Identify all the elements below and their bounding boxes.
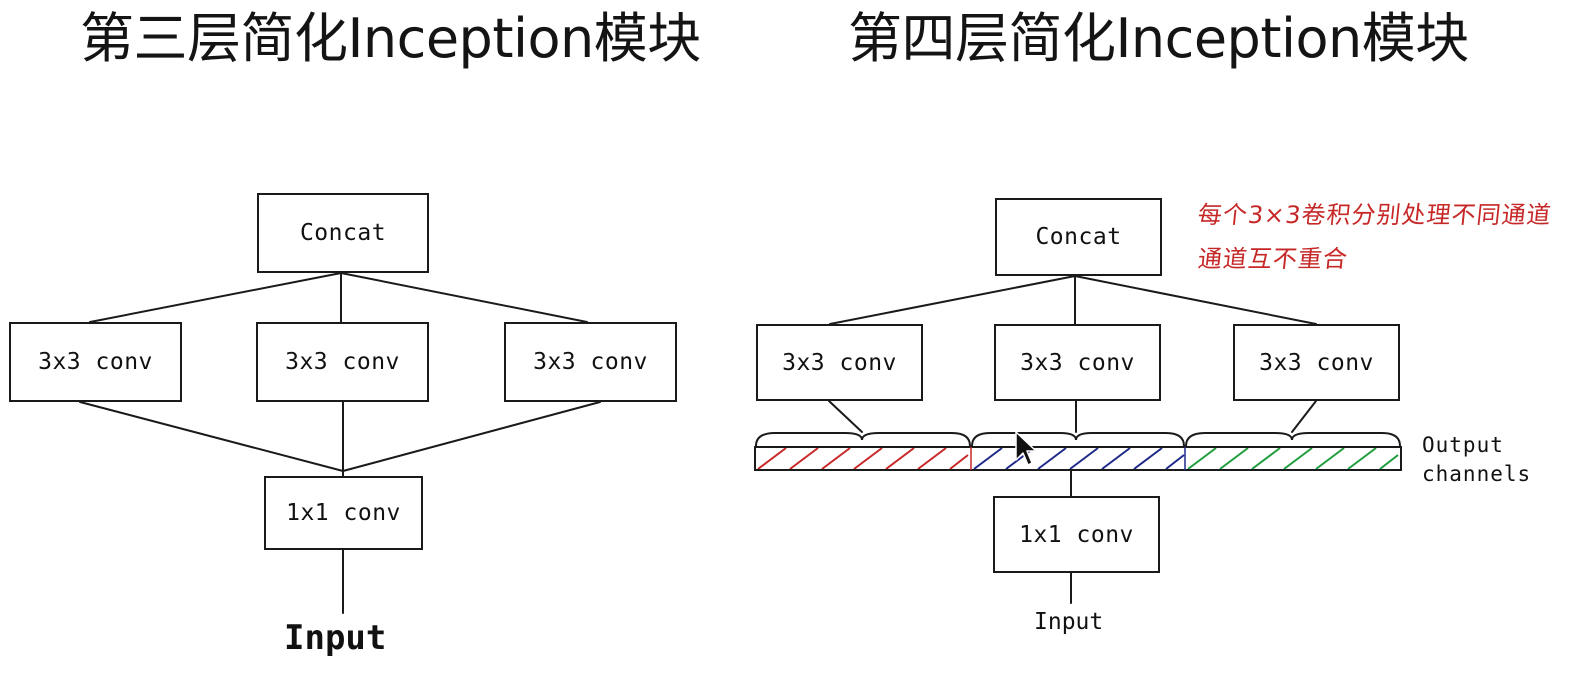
right-input-label: Input bbox=[1034, 609, 1104, 635]
right-1x1-conv-box: 1x1 conv bbox=[993, 496, 1160, 573]
left-1x1-conv-box: 1x1 conv bbox=[264, 476, 423, 550]
channel-group-red bbox=[757, 447, 969, 470]
brace-group-2 bbox=[971, 432, 1185, 447]
channel-group-green bbox=[1187, 447, 1399, 470]
left-conv-box-3: 3x3 conv bbox=[504, 322, 677, 402]
channel-group-blue bbox=[973, 447, 1185, 470]
left-concat-box: Concat bbox=[257, 193, 429, 273]
left-diagram-title: 第三层简化Inception模块 bbox=[80, 7, 701, 70]
output-channels-label-line2: channels bbox=[1422, 462, 1532, 486]
mouse-pointer-icon bbox=[1015, 431, 1037, 466]
edge-r-conv-3-to-brace bbox=[1291, 400, 1317, 433]
output-channels-bar bbox=[754, 446, 1402, 471]
edge-concat-to-conv-1 bbox=[89, 272, 342, 323]
right-concat-box: Concat bbox=[995, 198, 1162, 276]
brace-group-3 bbox=[1185, 432, 1401, 447]
edge-r-concat-to-conv-1 bbox=[829, 275, 1076, 325]
annotation-note-line2: 通道互不重合 bbox=[1196, 245, 1350, 273]
annotation-note-line1: 每个3×3卷积分别处理不同通道 bbox=[1196, 201, 1554, 229]
right-conv-box-3: 3x3 conv bbox=[1233, 324, 1400, 401]
left-conv-box-1: 3x3 conv bbox=[9, 322, 182, 402]
edge-conv-1-to-merge bbox=[79, 401, 344, 472]
edge-r-conv-1-to-brace bbox=[828, 400, 863, 433]
edge-r-concat-to-conv-3 bbox=[1074, 275, 1317, 325]
right-conv-box-1: 3x3 conv bbox=[756, 324, 923, 401]
right-conv-box-2: 3x3 conv bbox=[994, 324, 1161, 401]
edge-concat-to-conv-3 bbox=[340, 272, 588, 323]
brace-group-1 bbox=[755, 432, 971, 447]
output-channels-label-line1: Output bbox=[1422, 433, 1504, 457]
left-input-label: Input bbox=[284, 618, 387, 658]
edge-conv-3-to-merge bbox=[342, 401, 601, 472]
right-diagram-title: 第四层简化Inception模块 bbox=[848, 7, 1469, 70]
left-conv-box-2: 3x3 conv bbox=[256, 322, 429, 402]
